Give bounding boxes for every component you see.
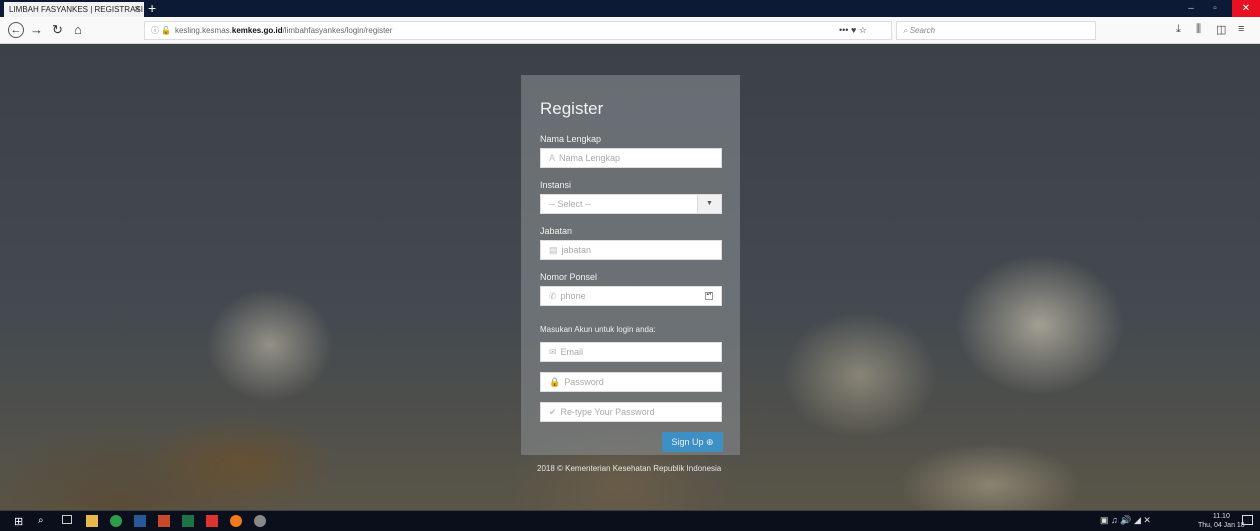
url-domain: kemkes.go.id	[231, 26, 283, 35]
maximize-button[interactable]: ▫	[1204, 0, 1226, 17]
info-icon[interactable]: ⓘ	[151, 26, 159, 35]
sign-up-button[interactable]: Sign Up ⊕	[662, 432, 723, 452]
clock-time: 11.10	[1212, 513, 1230, 520]
file-explorer-icon[interactable]	[86, 515, 98, 527]
browser-tab-bar: LIMBAH FASYANKES | REGISTRASI × + – ▫ ✕	[0, 0, 1260, 17]
menu-icon[interactable]: ≡	[1238, 23, 1244, 35]
nama-lengkap-placeholder: Nama Lengkap	[559, 153, 621, 163]
page-actions-icon[interactable]: ••• ♥ ☆	[839, 22, 867, 39]
page-title: Register	[540, 99, 604, 118]
forward-icon[interactable]: →	[30, 23, 43, 37]
label-nama-lengkap: Nama Lengkap	[540, 134, 602, 144]
register-panel: Register Nama Lengkap A Nama Lengkap Inst…	[521, 75, 740, 455]
url-path: /limbahfasyankes/login/register	[282, 26, 393, 35]
email-field[interactable]: ✉ Email	[540, 342, 722, 362]
excel-icon[interactable]	[182, 515, 194, 527]
acrobat-icon[interactable]	[206, 515, 218, 527]
search-input[interactable]: ⌕ Search	[896, 21, 1096, 40]
navigation-bar: ← → ↻ ⌂ ⓘ 🔓 kesling.kesmas.kemkes.go.id/li…	[0, 17, 1260, 44]
label-instansi: Instansi	[540, 180, 572, 190]
label-nomor-ponsel: Nomor Ponsel	[540, 272, 598, 282]
app-icon[interactable]	[254, 515, 266, 527]
password-field[interactable]: 🔒 Password	[540, 372, 722, 392]
system-tray[interactable]: ▣ ♫ 🔊 ◢ ✕	[1100, 515, 1151, 526]
notifications-icon[interactable]	[1242, 515, 1253, 525]
phone-icon: ✆	[549, 291, 557, 301]
footer-copyright: 2018 © Kementerian Kesehatan Republik In…	[537, 464, 722, 473]
jabatan-input[interactable]: ▤ jabatan	[540, 240, 722, 260]
lock-icon: 🔒	[549, 377, 561, 387]
sidebar-icon[interactable]: ◫	[1216, 23, 1226, 36]
phone-input[interactable]: ✆ phone ▴▾	[540, 286, 722, 306]
powerpoint-icon[interactable]	[158, 515, 170, 527]
chevron-down-icon[interactable]: ▼	[697, 195, 721, 213]
taskbar-clock[interactable]: 11.10 Thu, 04 Jan 18	[1198, 512, 1245, 530]
label-jabatan: Jabatan	[540, 226, 573, 236]
reload-icon[interactable]: ↻	[52, 23, 63, 37]
password-placeholder: Password	[564, 377, 604, 387]
phone-placeholder: phone	[560, 291, 586, 301]
account-note: Masukan Akun untuk login anda:	[540, 325, 656, 334]
jabatan-placeholder: jabatan	[561, 245, 592, 255]
envelope-icon: ✉	[549, 347, 557, 357]
search-icon: ⌕	[903, 26, 910, 35]
url-prefix: kesling.kesmas.	[174, 26, 232, 35]
clock-date: Thu, 04 Jan 18	[1198, 522, 1245, 529]
check-icon: ✔	[549, 407, 557, 417]
search-placeholder: Search	[909, 26, 936, 35]
chrome-icon[interactable]	[110, 515, 122, 527]
instansi-select[interactable]: -- Select -- ▼	[540, 194, 722, 214]
library-icon[interactable]: ⫼	[1196, 23, 1201, 36]
tab-close-icon[interactable]: ×	[134, 2, 140, 17]
url-bar[interactable]: ⓘ 🔓 kesling.kesmas.kemkes.go.id/limbahfasy…	[144, 21, 892, 40]
home-icon[interactable]: ⌂	[74, 23, 82, 37]
tab-title: LIMBAH FASYANKES | REGISTRASI	[9, 5, 143, 14]
retype-password-field[interactable]: ✔ Re-type Your Password	[540, 402, 722, 422]
stepper-icon[interactable]: ▴▾	[705, 292, 713, 300]
close-window-button[interactable]: ✕	[1232, 0, 1260, 17]
email-placeholder: Email	[560, 347, 584, 357]
insecure-lock-icon[interactable]: 🔓	[161, 26, 171, 35]
text-icon: A	[549, 153, 556, 163]
new-tab-button[interactable]: +	[148, 0, 156, 17]
browser-tab[interactable]: LIMBAH FASYANKES | REGISTRASI ×	[4, 2, 144, 17]
firefox-icon[interactable]	[230, 515, 242, 527]
word-icon[interactable]	[134, 515, 146, 527]
retype-password-placeholder: Re-type Your Password	[560, 407, 655, 417]
card-icon: ▤	[549, 245, 558, 255]
instansi-selected-value: -- Select --	[549, 199, 592, 209]
windows-start-icon[interactable]: ⊞	[14, 515, 26, 528]
download-icon[interactable]: ⤓	[1176, 23, 1181, 36]
back-icon[interactable]: ←	[8, 22, 24, 38]
search-icon[interactable]: ⌕	[38, 515, 50, 527]
nama-lengkap-input[interactable]: A Nama Lengkap	[540, 148, 722, 168]
minimize-button[interactable]: –	[1180, 0, 1202, 17]
windows-taskbar: ⊞ ⌕ ▣ ♫ 🔊 ◢ ✕ 11.10 Thu, 04 Jan 18	[0, 511, 1260, 531]
task-view-icon[interactable]	[62, 515, 72, 524]
